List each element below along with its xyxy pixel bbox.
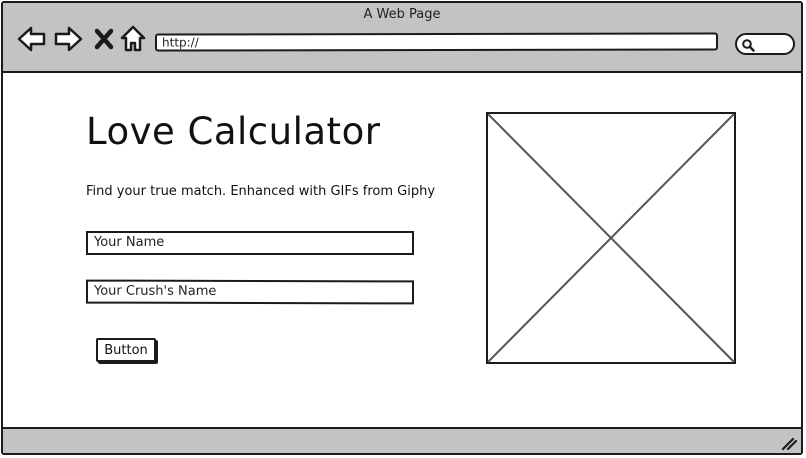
home-icon[interactable] xyxy=(120,25,146,53)
page-content: Love Calculator Find your true match. En… xyxy=(3,73,801,429)
search-icon xyxy=(742,39,755,52)
browser-window: A Web Page http:// Love Calculator Find … xyxy=(1,1,803,455)
browser-toolbar: A Web Page http:// xyxy=(3,3,801,73)
search-box[interactable] xyxy=(735,33,795,55)
calculate-button[interactable]: Button xyxy=(96,338,156,362)
status-bar xyxy=(3,427,801,453)
close-x-icon[interactable] xyxy=(94,28,114,50)
image-placeholder xyxy=(486,112,736,364)
page-title: Love Calculator xyxy=(86,110,381,153)
back-arrow-icon[interactable] xyxy=(17,25,47,53)
crush-name-input[interactable]: Your Crush's Name xyxy=(85,279,415,305)
tagline: Find your true match. Enhanced with GIFs… xyxy=(86,184,436,199)
resize-grip-icon[interactable] xyxy=(779,433,797,451)
forward-arrow-icon[interactable] xyxy=(53,25,83,53)
address-bar[interactable]: http:// xyxy=(154,32,719,52)
window-title: A Web Page xyxy=(363,7,441,22)
your-name-input[interactable]: Your Name xyxy=(86,231,414,255)
